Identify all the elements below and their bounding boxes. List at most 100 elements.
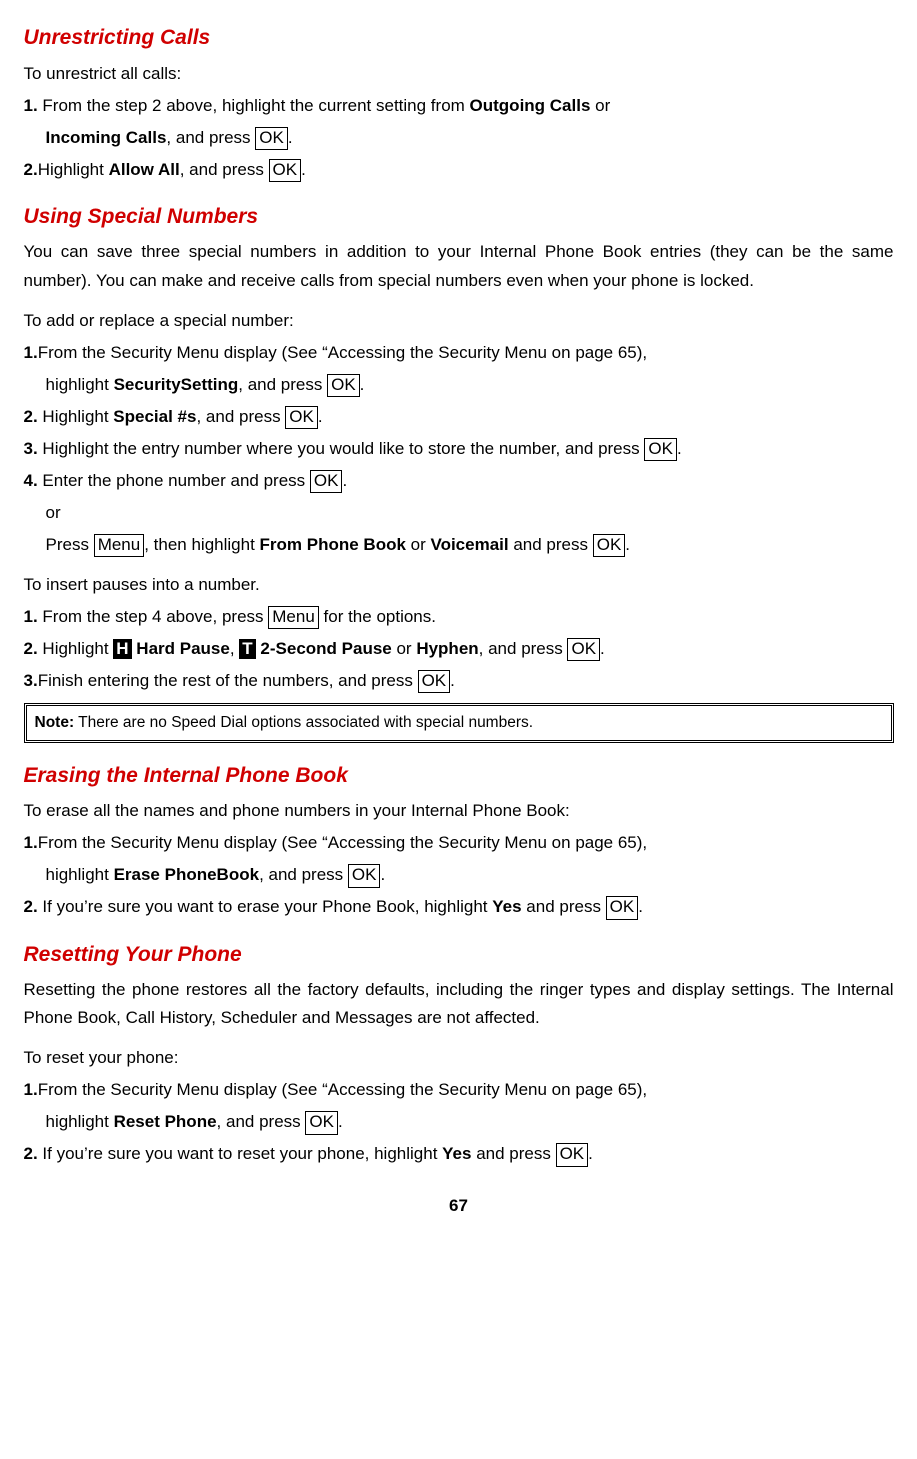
label-outgoing-calls: Outgoing Calls	[470, 96, 591, 115]
step-text: From the step 4 above, press	[42, 607, 268, 626]
period: .	[288, 128, 293, 147]
step-text: From the Security Menu display (See “Acc…	[38, 343, 647, 362]
step-number: 3.	[24, 439, 38, 458]
step-text: and press	[509, 535, 593, 554]
step-2: 2. If you’re sure you want to reset your…	[24, 1140, 894, 1168]
step-text: From the step 2 above, highlight the cur…	[42, 96, 469, 115]
step-1: 1.From the Security Menu display (See “A…	[24, 1076, 894, 1104]
subheading: To reset your phone:	[24, 1044, 894, 1072]
step-text: or	[392, 639, 417, 658]
step-1: 1. From the step 2 above, highlight the …	[24, 92, 894, 120]
intro-text: Resetting the phone restores all the fac…	[24, 976, 894, 1032]
period: .	[677, 439, 682, 458]
period: .	[338, 1112, 343, 1131]
label-yes: Yes	[442, 1144, 471, 1163]
step-text: , and press	[196, 407, 285, 426]
step-number: 2.	[24, 1144, 38, 1163]
step-1: 1.From the Security Menu display (See “A…	[24, 339, 894, 367]
note-box: Note: There are no Speed Dial options as…	[24, 703, 894, 743]
step-text: highlight	[46, 865, 114, 884]
period: .	[380, 865, 385, 884]
step-text: , and press	[217, 1112, 306, 1131]
step-or: or	[24, 499, 894, 527]
subheading: To insert pauses into a number.	[24, 571, 894, 599]
note-label: Note:	[35, 714, 75, 731]
step-number: 2.	[24, 407, 38, 426]
ok-key: OK	[556, 1143, 589, 1166]
step-text: Finish entering the rest of the numbers,…	[38, 671, 418, 690]
step-text: If you’re sure you want to erase your Ph…	[42, 897, 492, 916]
step-text: and press	[522, 897, 606, 916]
step-number: 1.	[24, 1080, 38, 1099]
label-2-second-pause: 2-Second Pause	[256, 639, 392, 658]
period: .	[450, 671, 455, 690]
page-number: 67	[24, 1192, 894, 1220]
heading-special-numbers: Using Special Numbers	[24, 200, 894, 235]
step-text: or	[590, 96, 610, 115]
heading-unrestricting: Unrestricting Calls	[24, 21, 894, 56]
ok-key: OK	[285, 406, 318, 429]
period: .	[301, 160, 306, 179]
label-yes: Yes	[492, 897, 521, 916]
ok-key: OK	[348, 864, 381, 887]
step-2: 2. Highlight Special #s, and press OK.	[24, 403, 894, 431]
step-text: If you’re sure you want to reset your ph…	[42, 1144, 442, 1163]
step-text: Enter the phone number and press	[42, 471, 309, 490]
step-2: 2. If you’re sure you want to erase your…	[24, 893, 894, 921]
ok-key: OK	[567, 638, 600, 661]
menu-key: Menu	[94, 534, 145, 557]
step-continuation: Press Menu, then highlight From Phone Bo…	[24, 531, 894, 559]
step-3: 3. Highlight the entry number where you …	[24, 435, 894, 463]
heading-resetting-phone: Resetting Your Phone	[24, 938, 894, 973]
step-number: 2.	[24, 639, 38, 658]
step-text: or	[406, 535, 431, 554]
step-3: 3.Finish entering the rest of the number…	[24, 667, 894, 695]
label-allow-all: Allow All	[109, 160, 180, 179]
step-number: 1.	[24, 96, 38, 115]
ok-key: OK	[606, 896, 639, 919]
step-text: and press	[471, 1144, 555, 1163]
label-from-phone-book: From Phone Book	[260, 535, 406, 554]
two-second-pause-icon: T	[239, 639, 255, 659]
note-text: There are no Speed Dial options associat…	[74, 714, 533, 731]
step-2: 2. Highlight H Hard Pause, T 2-Second Pa…	[24, 635, 894, 663]
step-1: 1.From the Security Menu display (See “A…	[24, 829, 894, 857]
period: .	[342, 471, 347, 490]
step-text: Press	[46, 535, 94, 554]
step-2: 2.Highlight Allow All, and press OK.	[24, 156, 894, 184]
period: .	[638, 897, 643, 916]
label-hyphen: Hyphen	[416, 639, 478, 658]
ok-key: OK	[305, 1111, 338, 1134]
menu-key: Menu	[268, 606, 319, 629]
hard-pause-icon: H	[113, 639, 131, 659]
step-continuation: highlight Erase PhoneBook, and press OK.	[24, 861, 894, 889]
step-number: 1.	[24, 833, 38, 852]
step-text: , then highlight	[144, 535, 259, 554]
step-number: 1.	[24, 343, 38, 362]
label-security-setting: SecuritySetting	[114, 375, 239, 394]
label-incoming-calls: Incoming Calls	[46, 128, 167, 147]
step-text: ,	[230, 639, 239, 658]
step-continuation: highlight Reset Phone, and press OK.	[24, 1108, 894, 1136]
step-number: 3.	[24, 671, 38, 690]
step-text: From the Security Menu display (See “Acc…	[38, 833, 647, 852]
label-reset-phone: Reset Phone	[114, 1112, 217, 1131]
period: .	[600, 639, 605, 658]
step-number: 2.	[24, 160, 38, 179]
ok-key: OK	[310, 470, 343, 493]
step-continuation: Incoming Calls, and press OK.	[24, 124, 894, 152]
step-number: 2.	[24, 897, 38, 916]
intro-text: To erase all the names and phone numbers…	[24, 797, 894, 825]
intro-text: To unrestrict all calls:	[24, 60, 894, 88]
step-text: , and press	[238, 375, 327, 394]
step-text: highlight	[46, 1112, 114, 1131]
step-text: Highlight	[42, 407, 113, 426]
step-number: 4.	[24, 471, 38, 490]
step-text: Highlight the entry number where you wou…	[42, 439, 644, 458]
step-text: Highlight	[42, 639, 113, 658]
step-text: highlight	[46, 375, 114, 394]
step-text: , and press	[180, 160, 269, 179]
period: .	[360, 375, 365, 394]
step-text: , and press	[166, 128, 255, 147]
ok-key: OK	[269, 159, 302, 182]
